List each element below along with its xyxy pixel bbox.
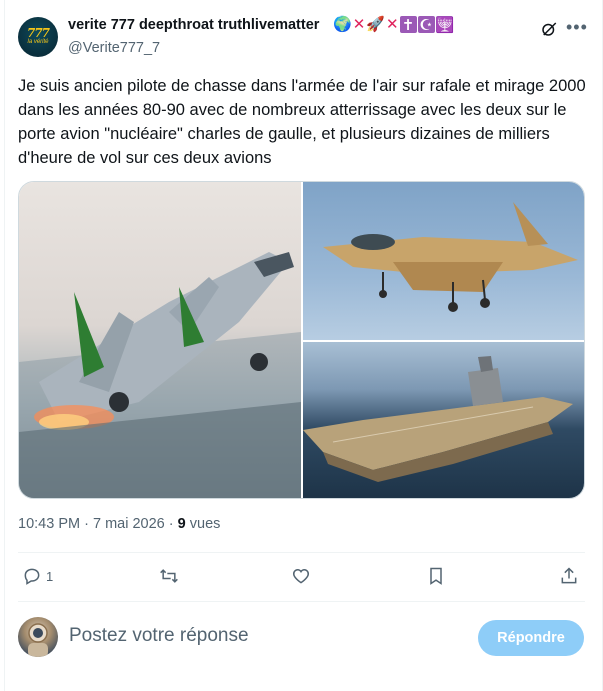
- like-button[interactable]: [291, 566, 311, 586]
- post-metadata: 10:43 PM · 7 mai 2026 · 9 vues: [18, 516, 220, 532]
- views-label: vues: [189, 516, 221, 532]
- repost-icon: [160, 569, 178, 583]
- share-icon: [561, 567, 577, 584]
- repost-button[interactable]: [159, 566, 179, 586]
- crescent-icon: ☪: [417, 16, 435, 34]
- earth-icon: 🌍: [333, 16, 352, 33]
- meta-separator: ·: [168, 516, 174, 532]
- carrier-illustration: [303, 356, 573, 482]
- author-handle[interactable]: @Verite777_7: [68, 40, 160, 56]
- reply-input[interactable]: Postez votre réponse: [69, 625, 249, 647]
- heart-icon: [292, 568, 310, 584]
- reply-icon: [24, 568, 40, 585]
- action-bar: 1: [18, 562, 585, 592]
- red-x-icon: ✕: [352, 16, 366, 33]
- divider: [18, 552, 585, 553]
- more-icon[interactable]: •••: [566, 17, 588, 38]
- post-media-grid: [18, 181, 585, 499]
- fighter-jet-takeoff-photo[interactable]: [19, 182, 301, 498]
- post-date[interactable]: 7 mai 2026: [93, 516, 165, 532]
- author-avatar[interactable]: 777 la vérité: [18, 17, 58, 57]
- astronaut-illustration: [28, 623, 48, 657]
- fighter-jet-desert-camo-photo[interactable]: [303, 182, 584, 340]
- author-badges: 🌍 ✕ 🚀 ✕ ✝ ☪ 🕎: [333, 15, 455, 35]
- avatar-subtext: la vérité: [27, 39, 49, 45]
- author-name[interactable]: verite 777 deepthroat truthlivematter: [68, 17, 319, 33]
- fighter-jet-illustration: [19, 252, 301, 498]
- user-avatar[interactable]: [18, 617, 58, 657]
- avatar-text: 777: [26, 26, 50, 40]
- menorah-icon: 🕎: [435, 16, 455, 34]
- post-text: Je suis ancien pilote de chasse dans l'a…: [18, 77, 586, 167]
- bookmark-icon: [430, 567, 442, 585]
- reply-count: 1: [46, 568, 54, 584]
- bookmark-button[interactable]: [426, 566, 446, 586]
- post-time[interactable]: 10:43 PM: [18, 516, 80, 532]
- grok-icon[interactable]: [540, 20, 558, 38]
- share-button[interactable]: [559, 566, 579, 586]
- cross-icon: ✝: [399, 16, 417, 34]
- divider: [18, 601, 585, 602]
- reply-submit-button[interactable]: Répondre: [478, 620, 584, 656]
- red-x-icon: ✕: [385, 16, 399, 33]
- views-count: 9: [177, 516, 186, 532]
- desert-jet-illustration: [323, 202, 578, 312]
- reply-button[interactable]: 1: [22, 566, 53, 586]
- rocket-icon: 🚀: [366, 16, 385, 33]
- meta-separator: ·: [84, 516, 89, 532]
- aircraft-carrier-photo[interactable]: [303, 342, 584, 498]
